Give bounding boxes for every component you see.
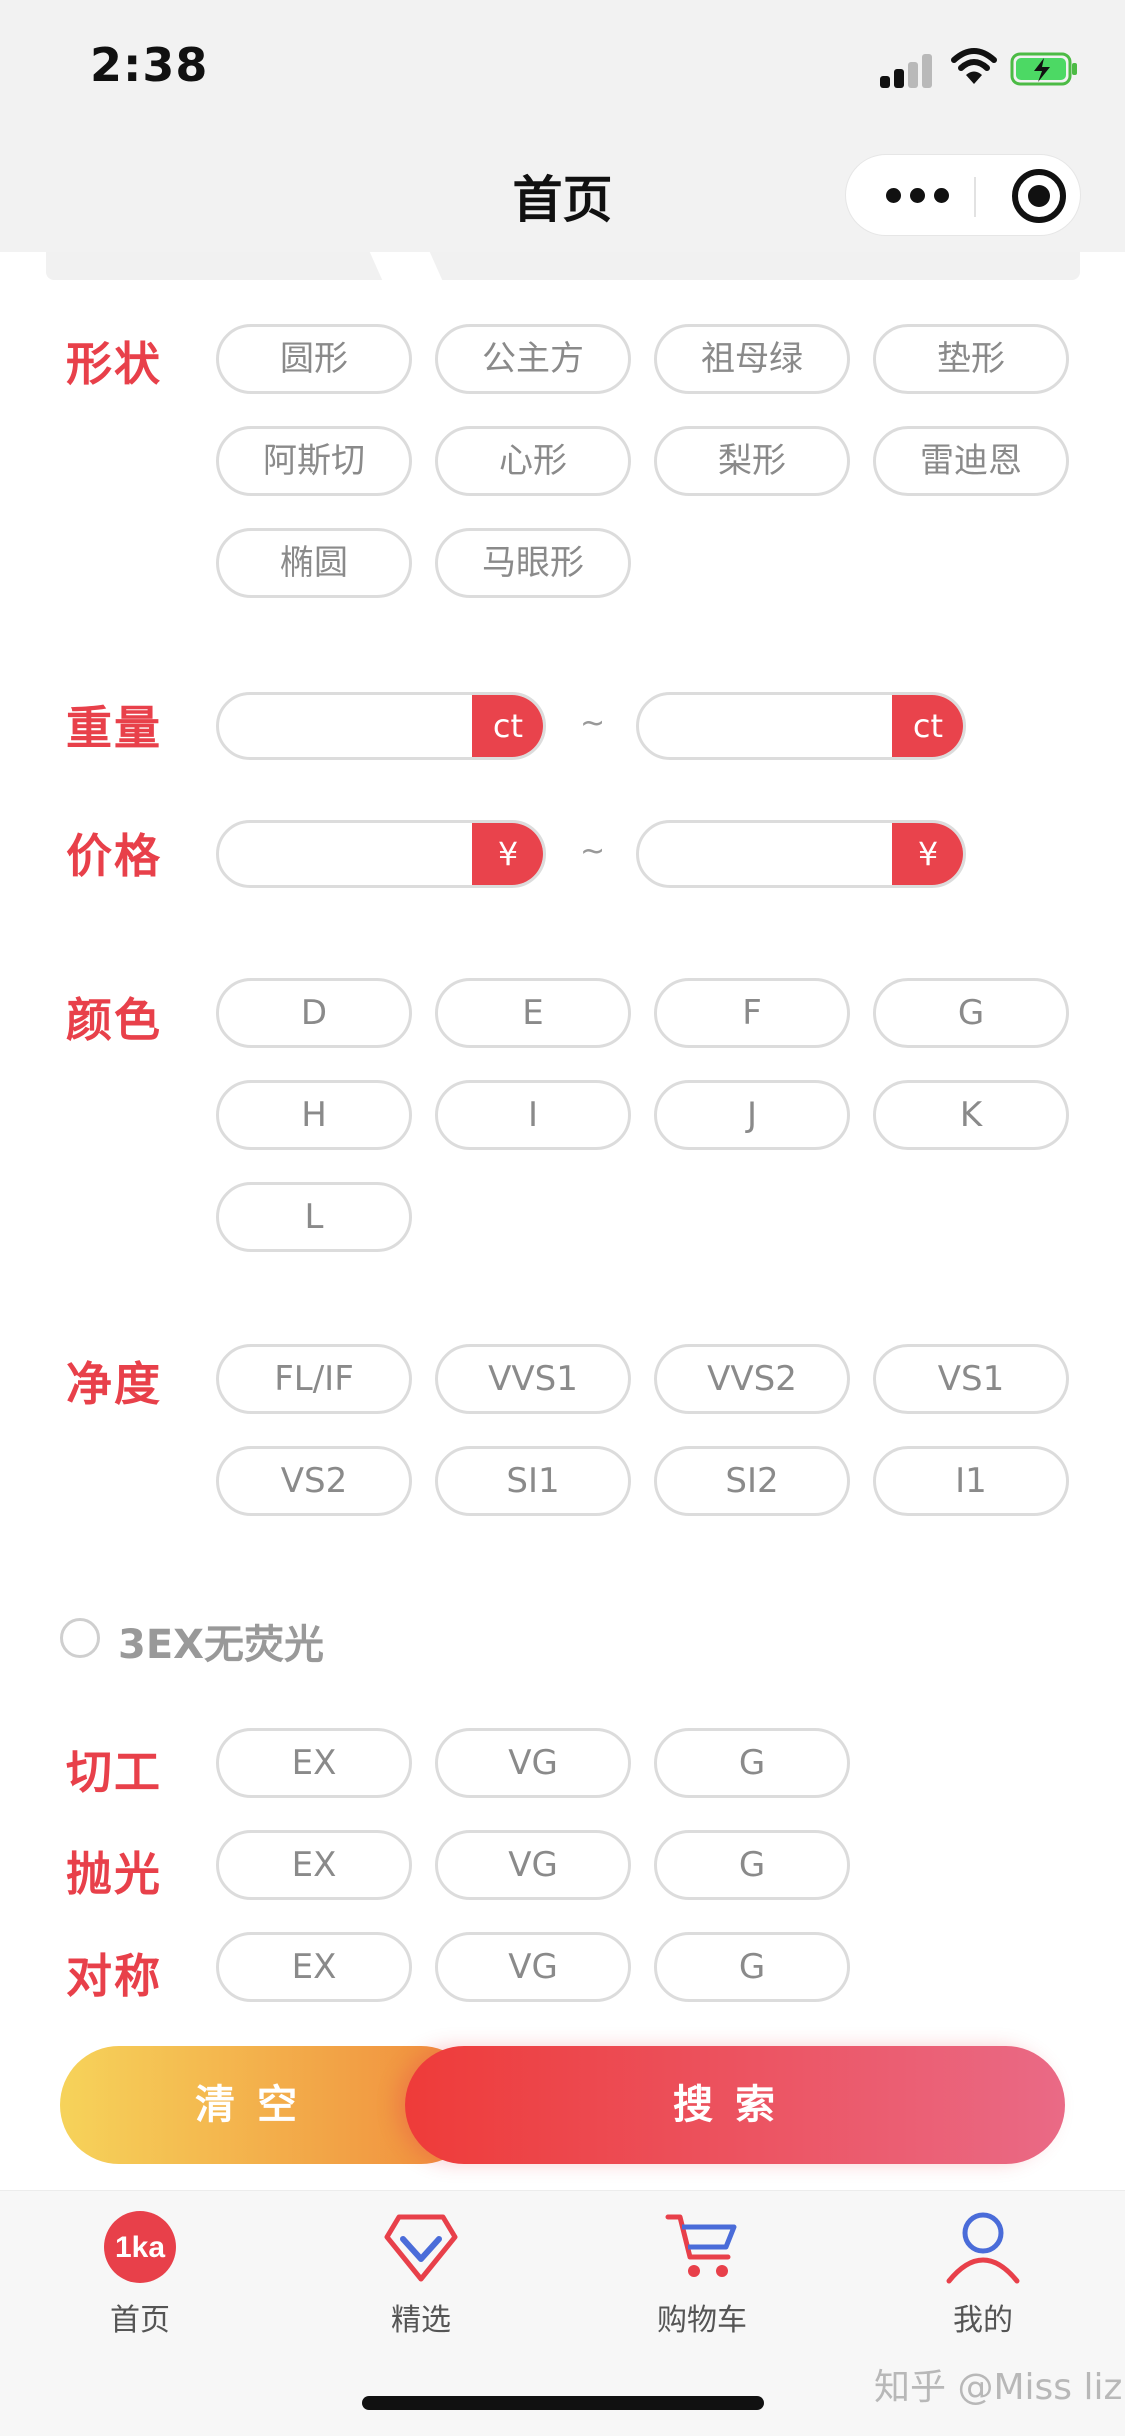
mini-program-capsule: [845, 154, 1081, 236]
tab-home[interactable]: 1ka 首页: [40, 2203, 240, 2343]
nav-bar: 首页: [0, 132, 1125, 252]
shape-chip[interactable]: 垫形: [873, 324, 1069, 394]
cart-icon: [665, 2214, 737, 2277]
price-min-input[interactable]: ¥: [216, 820, 546, 888]
cut-chip[interactable]: EX: [216, 1728, 412, 1798]
price-max-input[interactable]: ¥: [636, 820, 966, 888]
weight-min-input[interactable]: ct: [216, 692, 546, 760]
color-chip[interactable]: E: [435, 978, 631, 1048]
clarity-chip[interactable]: I1: [873, 1446, 1069, 1516]
color-chip[interactable]: L: [216, 1182, 412, 1252]
cut-chip[interactable]: G: [654, 1728, 850, 1798]
home-indicator: [362, 2396, 764, 2410]
home-logo-icon: 1ka: [104, 2211, 176, 2283]
shape-chip[interactable]: 椭圆: [216, 528, 412, 598]
color-chip[interactable]: F: [654, 978, 850, 1048]
polish-label: 抛光: [66, 1847, 162, 1901]
clarity-chip[interactable]: FL/IF: [216, 1344, 412, 1414]
symmetry-label: 对称: [66, 1949, 162, 2003]
shape-chip[interactable]: 圆形: [216, 324, 412, 394]
tab-profile[interactable]: 我的: [883, 2203, 1083, 2343]
watermark: 知乎 @Miss liz: [874, 2367, 1123, 2408]
shape-chip[interactable]: 马眼形: [435, 528, 631, 598]
shape-chip[interactable]: 雷迪恩: [873, 426, 1069, 496]
price-unit: ¥: [472, 823, 543, 885]
price-unit: ¥: [892, 823, 963, 885]
color-chip[interactable]: H: [216, 1080, 412, 1150]
color-chip[interactable]: I: [435, 1080, 631, 1150]
cut-chip[interactable]: VG: [435, 1728, 631, 1798]
price-separator: ~: [580, 834, 606, 869]
color-chip[interactable]: D: [216, 978, 412, 1048]
polish-chip[interactable]: EX: [216, 1830, 412, 1900]
cellular-signal-icon: [880, 52, 936, 88]
color-chip[interactable]: J: [654, 1080, 850, 1150]
no-fluorescence-radio[interactable]: [60, 1618, 100, 1658]
polish-chip[interactable]: VG: [435, 1830, 631, 1900]
tab-featured[interactable]: 精选: [321, 2203, 521, 2343]
clarity-chip[interactable]: VVS1: [435, 1344, 631, 1414]
clarity-chip[interactable]: VVS2: [654, 1344, 850, 1414]
color-chip[interactable]: K: [873, 1080, 1069, 1150]
weight-label: 重量: [66, 701, 162, 755]
clarity-chip[interactable]: SI2: [654, 1446, 850, 1516]
diamond-icon: [384, 2214, 458, 2282]
color-chip[interactable]: G: [873, 978, 1069, 1048]
clarity-chip[interactable]: VS2: [216, 1446, 412, 1516]
weight-unit: ct: [472, 695, 543, 757]
capsule-divider: [974, 177, 976, 217]
shape-label: 形状: [66, 337, 162, 391]
search-button[interactable]: 搜索: [405, 2046, 1065, 2164]
status-time: 2:38: [90, 38, 209, 92]
close-mini-program-icon[interactable]: [1012, 169, 1066, 223]
tab-cart[interactable]: 购物车: [602, 2203, 802, 2343]
clarity-chip[interactable]: VS1: [873, 1344, 1069, 1414]
wifi-icon: [951, 48, 997, 84]
clarity-chip[interactable]: SI1: [435, 1446, 631, 1516]
shape-chip[interactable]: 阿斯切: [216, 426, 412, 496]
polish-chip[interactable]: G: [654, 1830, 850, 1900]
shape-chip[interactable]: 公主方: [435, 324, 631, 394]
tab-label: 首页: [110, 2303, 170, 2338]
weight-max-input[interactable]: ct: [636, 692, 966, 760]
more-icon[interactable]: [886, 185, 950, 207]
shape-chip[interactable]: 梨形: [654, 426, 850, 496]
tab-label: 购物车: [657, 2303, 747, 2338]
weight-separator: ~: [580, 706, 606, 741]
symmetry-chip[interactable]: VG: [435, 1932, 631, 2002]
cut-label: 切工: [66, 1745, 162, 1799]
no-fluorescence-label[interactable]: 3EX无荧光: [118, 1612, 324, 1670]
price-label: 价格: [66, 829, 162, 883]
status-bar: 2:38: [0, 0, 1125, 132]
shape-chip[interactable]: 心形: [435, 426, 631, 496]
clarity-label: 净度: [66, 1357, 162, 1411]
home-logo-text: 1ka: [115, 2231, 165, 2264]
symmetry-chip[interactable]: G: [654, 1932, 850, 2002]
color-label: 颜色: [66, 993, 162, 1047]
category-tab-strip: [46, 252, 1080, 280]
shape-chip[interactable]: 祖母绿: [654, 324, 850, 394]
battery-charging-icon: [1010, 52, 1077, 86]
tab-label: 我的: [953, 2303, 1013, 2338]
user-icon: [946, 2212, 1020, 2284]
tab-label: 精选: [391, 2303, 451, 2338]
symmetry-chip[interactable]: EX: [216, 1932, 412, 2002]
weight-unit: ct: [892, 695, 963, 757]
